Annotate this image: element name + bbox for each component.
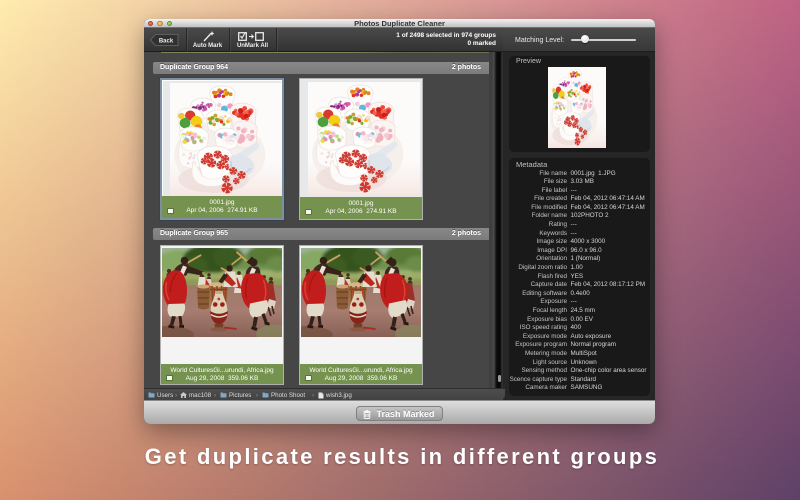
svg-text:Back: Back: [159, 38, 174, 44]
